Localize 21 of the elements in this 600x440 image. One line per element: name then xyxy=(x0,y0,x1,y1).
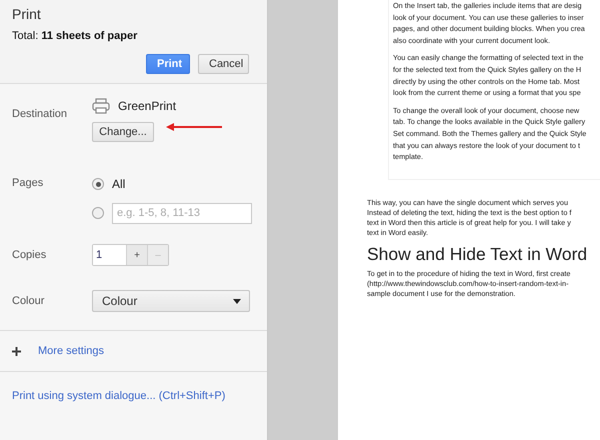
destination-label: Destination xyxy=(12,108,68,122)
cancel-button[interactable]: Cancel xyxy=(198,54,249,74)
pages-label: Pages xyxy=(12,177,44,191)
system-dialogue-link[interactable]: Print using system dialogue... (Ctrl+Shift+P) xyxy=(12,390,226,402)
more-settings-link[interactable]: More settings xyxy=(38,345,104,357)
plus-icon xyxy=(12,346,21,356)
colour-dropdown[interactable]: Colour xyxy=(92,290,250,312)
document-heading: Show and Hide Text in Word xyxy=(367,244,588,265)
dropdown-caret-icon xyxy=(233,298,241,304)
change-button[interactable]: Change... xyxy=(92,122,154,142)
dialog-title: Print xyxy=(12,6,42,22)
radio-label: All xyxy=(112,177,126,191)
radio-button[interactable] xyxy=(92,178,104,190)
total-sheets-text: Total: 11 sheets of paper xyxy=(12,30,138,42)
arrow-icon xyxy=(166,123,222,131)
radio-button[interactable] xyxy=(92,207,104,219)
pages-input-field[interactable]: e.g. 1-5, 8, 11-13 xyxy=(112,202,252,224)
colour-label: Colour xyxy=(12,295,46,307)
printer-icon xyxy=(92,98,110,114)
printer-name: GreenPrint xyxy=(118,99,176,113)
copies-label: Copies xyxy=(12,249,48,261)
